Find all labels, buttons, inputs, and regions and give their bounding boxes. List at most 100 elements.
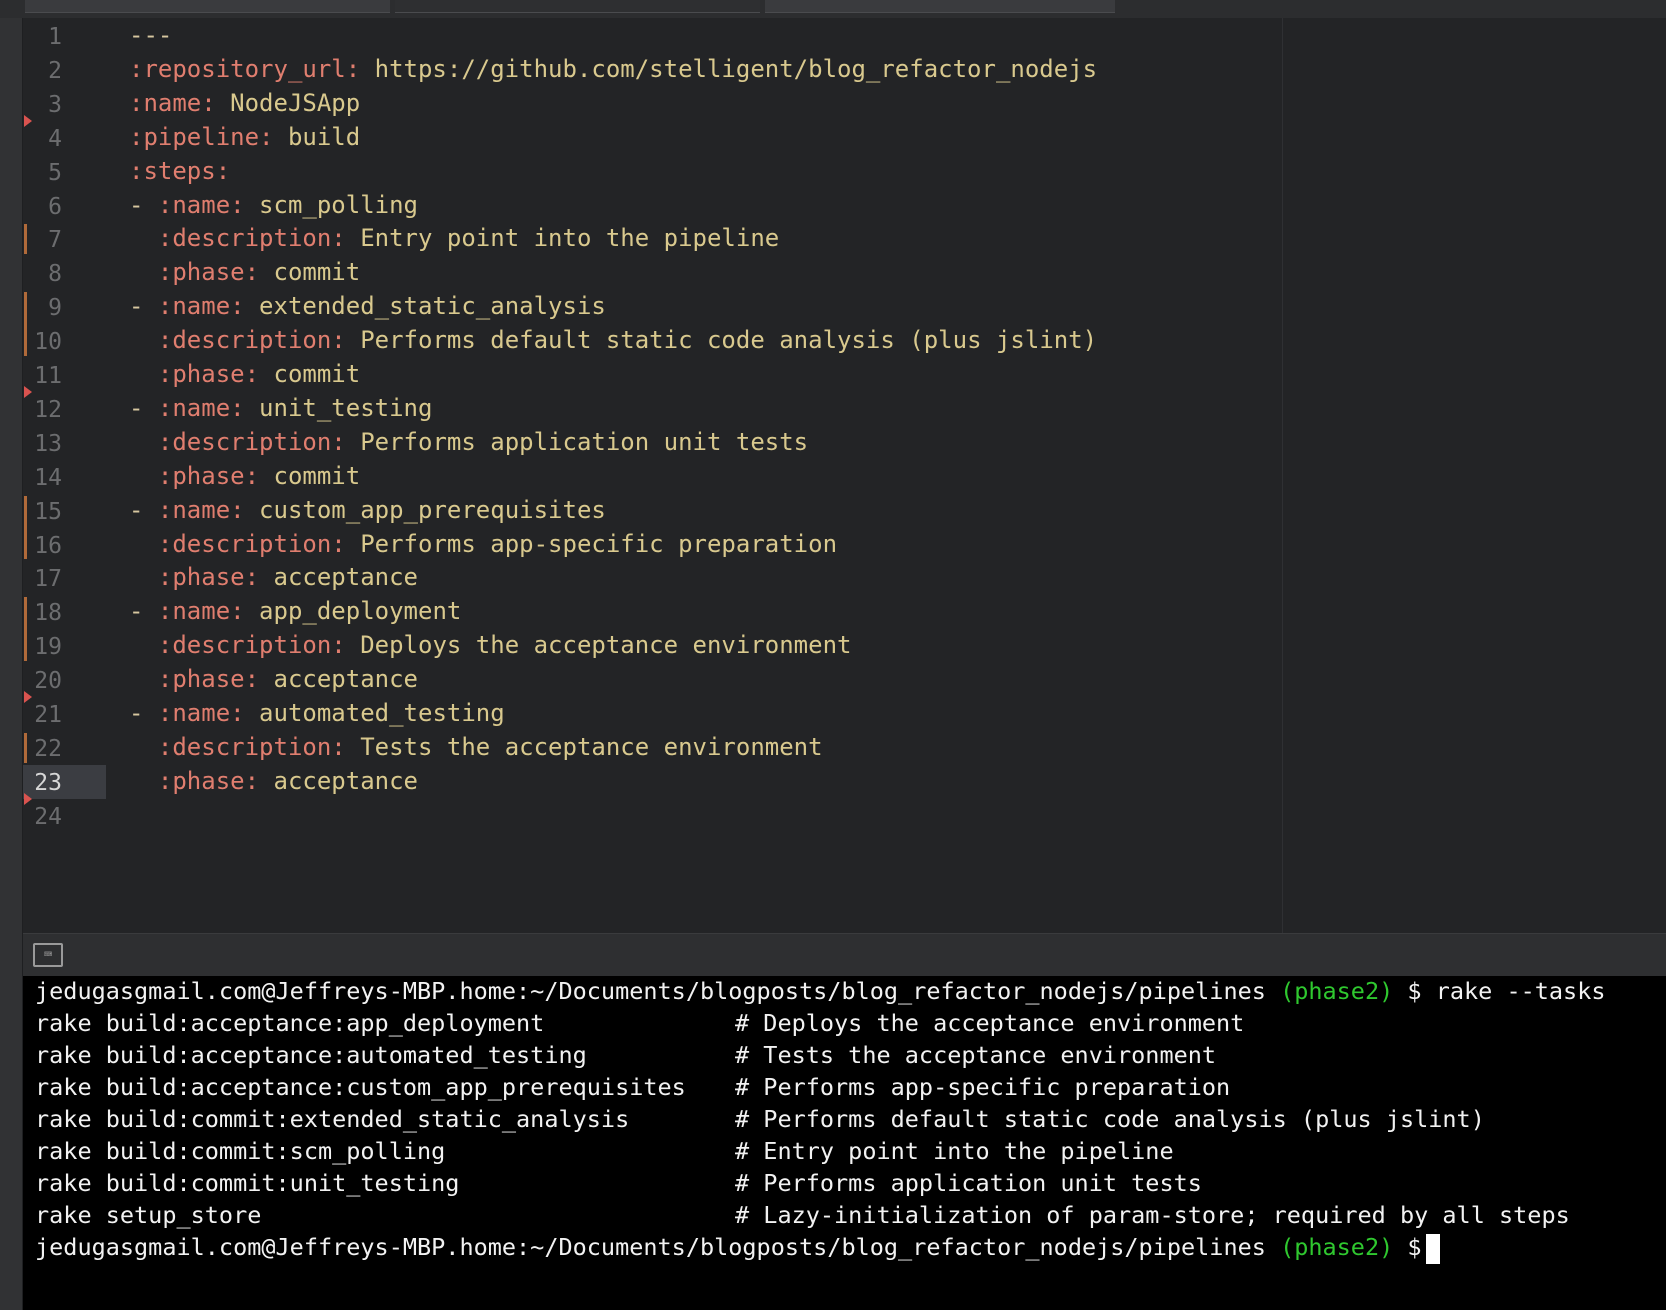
yaml-key: :pipeline: [129,122,274,151]
yaml-text [129,360,158,388]
yaml-text: - [129,190,158,219]
yaml-value: unit_testing [244,393,433,422]
code-line: :description: Tests the acceptance envir… [129,731,823,765]
rake-task-name: rake build:acceptance:automated_testing [35,1041,587,1069]
editor-tab-right[interactable] [765,0,1115,13]
line-number: 24 [34,803,62,830]
deleted-line-marker [24,114,32,127]
yaml-value: acceptance [259,766,419,795]
side-strip [0,18,23,1310]
code-line: :description: Deploys the acceptance env… [129,629,852,663]
code-line: - :name: automated_testing [129,697,505,731]
yaml-text: - [129,393,158,422]
yaml-key: :name: [157,393,245,422]
line-number: 16 [34,532,62,559]
yaml-value: acceptance [259,563,419,592]
yaml-text [129,530,158,558]
rake-task-description: # Lazy-initialization of param-store; re… [735,1201,1570,1229]
yaml-text [129,224,158,252]
rake-task-description: # Entry point into the pipeline [735,1137,1174,1165]
deleted-line-marker [24,385,32,398]
terminal-panel[interactable]: jedugasgmail.com@Jeffreys-MBP.home:~/Doc… [23,976,1666,1310]
yaml-text: - [129,597,158,626]
wrap-guide [1282,18,1283,933]
yaml-key: :phase: [157,258,260,287]
rake-task-name: rake build:commit:extended_static_analys… [35,1105,630,1133]
yaml-text [129,258,158,286]
yaml-key: :name: [157,597,245,626]
modified-line-marker [24,732,27,763]
rake-task-name: rake build:acceptance:app_deployment [35,1009,545,1037]
yaml-value: commit [259,360,361,388]
editor-tab-middle[interactable] [395,0,760,13]
keyboard-icon[interactable]: ⌨ [33,943,63,967]
code-line: - :name: app_deployment [129,595,461,629]
deleted-line-marker [24,792,32,805]
prompt-path: jedugasgmail.com@Jeffreys-MBP.home:~/Doc… [35,1233,1266,1261]
line-number: 17 [34,566,62,593]
yaml-value: Deploys the acceptance environment [345,631,852,660]
editor-tab-left[interactable] [25,0,390,13]
code-line: :description: Performs default static co… [129,324,1097,358]
line-number-gutter: 1 2 3 4 5 6 7 8 9 10 11 12 13 14 15 16 17 18 19 20 21 22 23 24 [23,18,106,933]
rake-task-description: # Tests the acceptance environment [735,1041,1217,1069]
yaml-text [129,665,158,693]
code-line: :name: NodeJSApp [129,87,360,121]
yaml-value: Performs application unit tests [345,427,809,456]
line-number: 21 [34,702,62,728]
yaml-value: extended_static_analysis [244,292,606,321]
yaml-value: scm_polling [244,190,418,219]
yaml-value: commit [259,461,361,490]
line-number: 4 [48,125,62,152]
code-line: --- [129,19,172,53]
yaml-text: --- [129,21,173,49]
rake-task-description: # Performs default static code analysis … [735,1105,1485,1133]
yaml-text [129,462,158,490]
yaml-key: :phase: [157,461,260,490]
yaml-key: :description: [157,631,346,660]
code-line: :phase: acceptance [129,765,418,799]
panel-bar: ⌨ [23,933,1666,976]
terminal-command: rake --tasks [1435,977,1606,1005]
rake-task-name: rake setup_store [35,1201,262,1229]
git-branch: (phase2) [1280,977,1394,1005]
rake-task-description: # Deploys the acceptance environment [735,1009,1245,1037]
modified-line-marker [24,495,27,560]
code-editor[interactable]: 1 2 3 4 5 6 7 8 9 10 11 12 13 14 15 16 17 18 19 20 21 22 23 24 … [23,18,1666,933]
yaml-key: :phase: [157,563,260,592]
yaml-value: Performs default static code analysis (p… [345,326,1098,355]
yaml-value: https://github.com/stelligent/blog_refac… [360,54,1098,83]
code-area[interactable]: ---:repository_url: https://github.com/s… [129,18,1269,918]
line-number: 12 [34,396,62,423]
terminal-cursor[interactable] [1425,1233,1440,1264]
yaml-value: automated_testing [244,699,505,727]
line-number: 8 [48,261,62,288]
yaml-key: :repository_url: [129,54,361,83]
line-number: 11 [34,363,62,389]
prompt-path: jedugasgmail.com@Jeffreys-MBP.home:~/Doc… [35,977,1266,1005]
yaml-text [129,563,158,591]
code-line: :phase: commit [129,256,360,290]
prompt-symbol: $ [1407,1233,1422,1261]
terminal-prompt-line: jedugasgmail.com@Jeffreys-MBP.home:~/Doc… [35,1230,1440,1264]
line-number: 14 [34,464,62,491]
line-number: 10 [34,329,62,356]
modified-line-marker [24,597,27,662]
code-line: :phase: acceptance [129,561,418,595]
yaml-text: - [129,292,158,321]
line-number: 6 [48,193,62,220]
yaml-key: :name: [129,88,216,117]
yaml-value: NodeJSApp [215,88,361,117]
yaml-key: :description: [157,427,346,456]
code-line: :pipeline: build [129,121,360,155]
code-line: :description: Performs app-specific prep… [129,528,837,562]
yaml-key: :phase: [157,665,260,694]
code-line: - :name: unit_testing [129,392,432,426]
yaml-key: :description: [157,732,346,761]
yaml-key: :description: [157,529,346,558]
modified-line-marker [24,224,27,255]
line-number: 13 [34,430,62,457]
code-line: :description: Performs application unit … [129,426,808,460]
line-number: 18 [34,600,62,627]
yaml-key: :description: [157,326,346,355]
